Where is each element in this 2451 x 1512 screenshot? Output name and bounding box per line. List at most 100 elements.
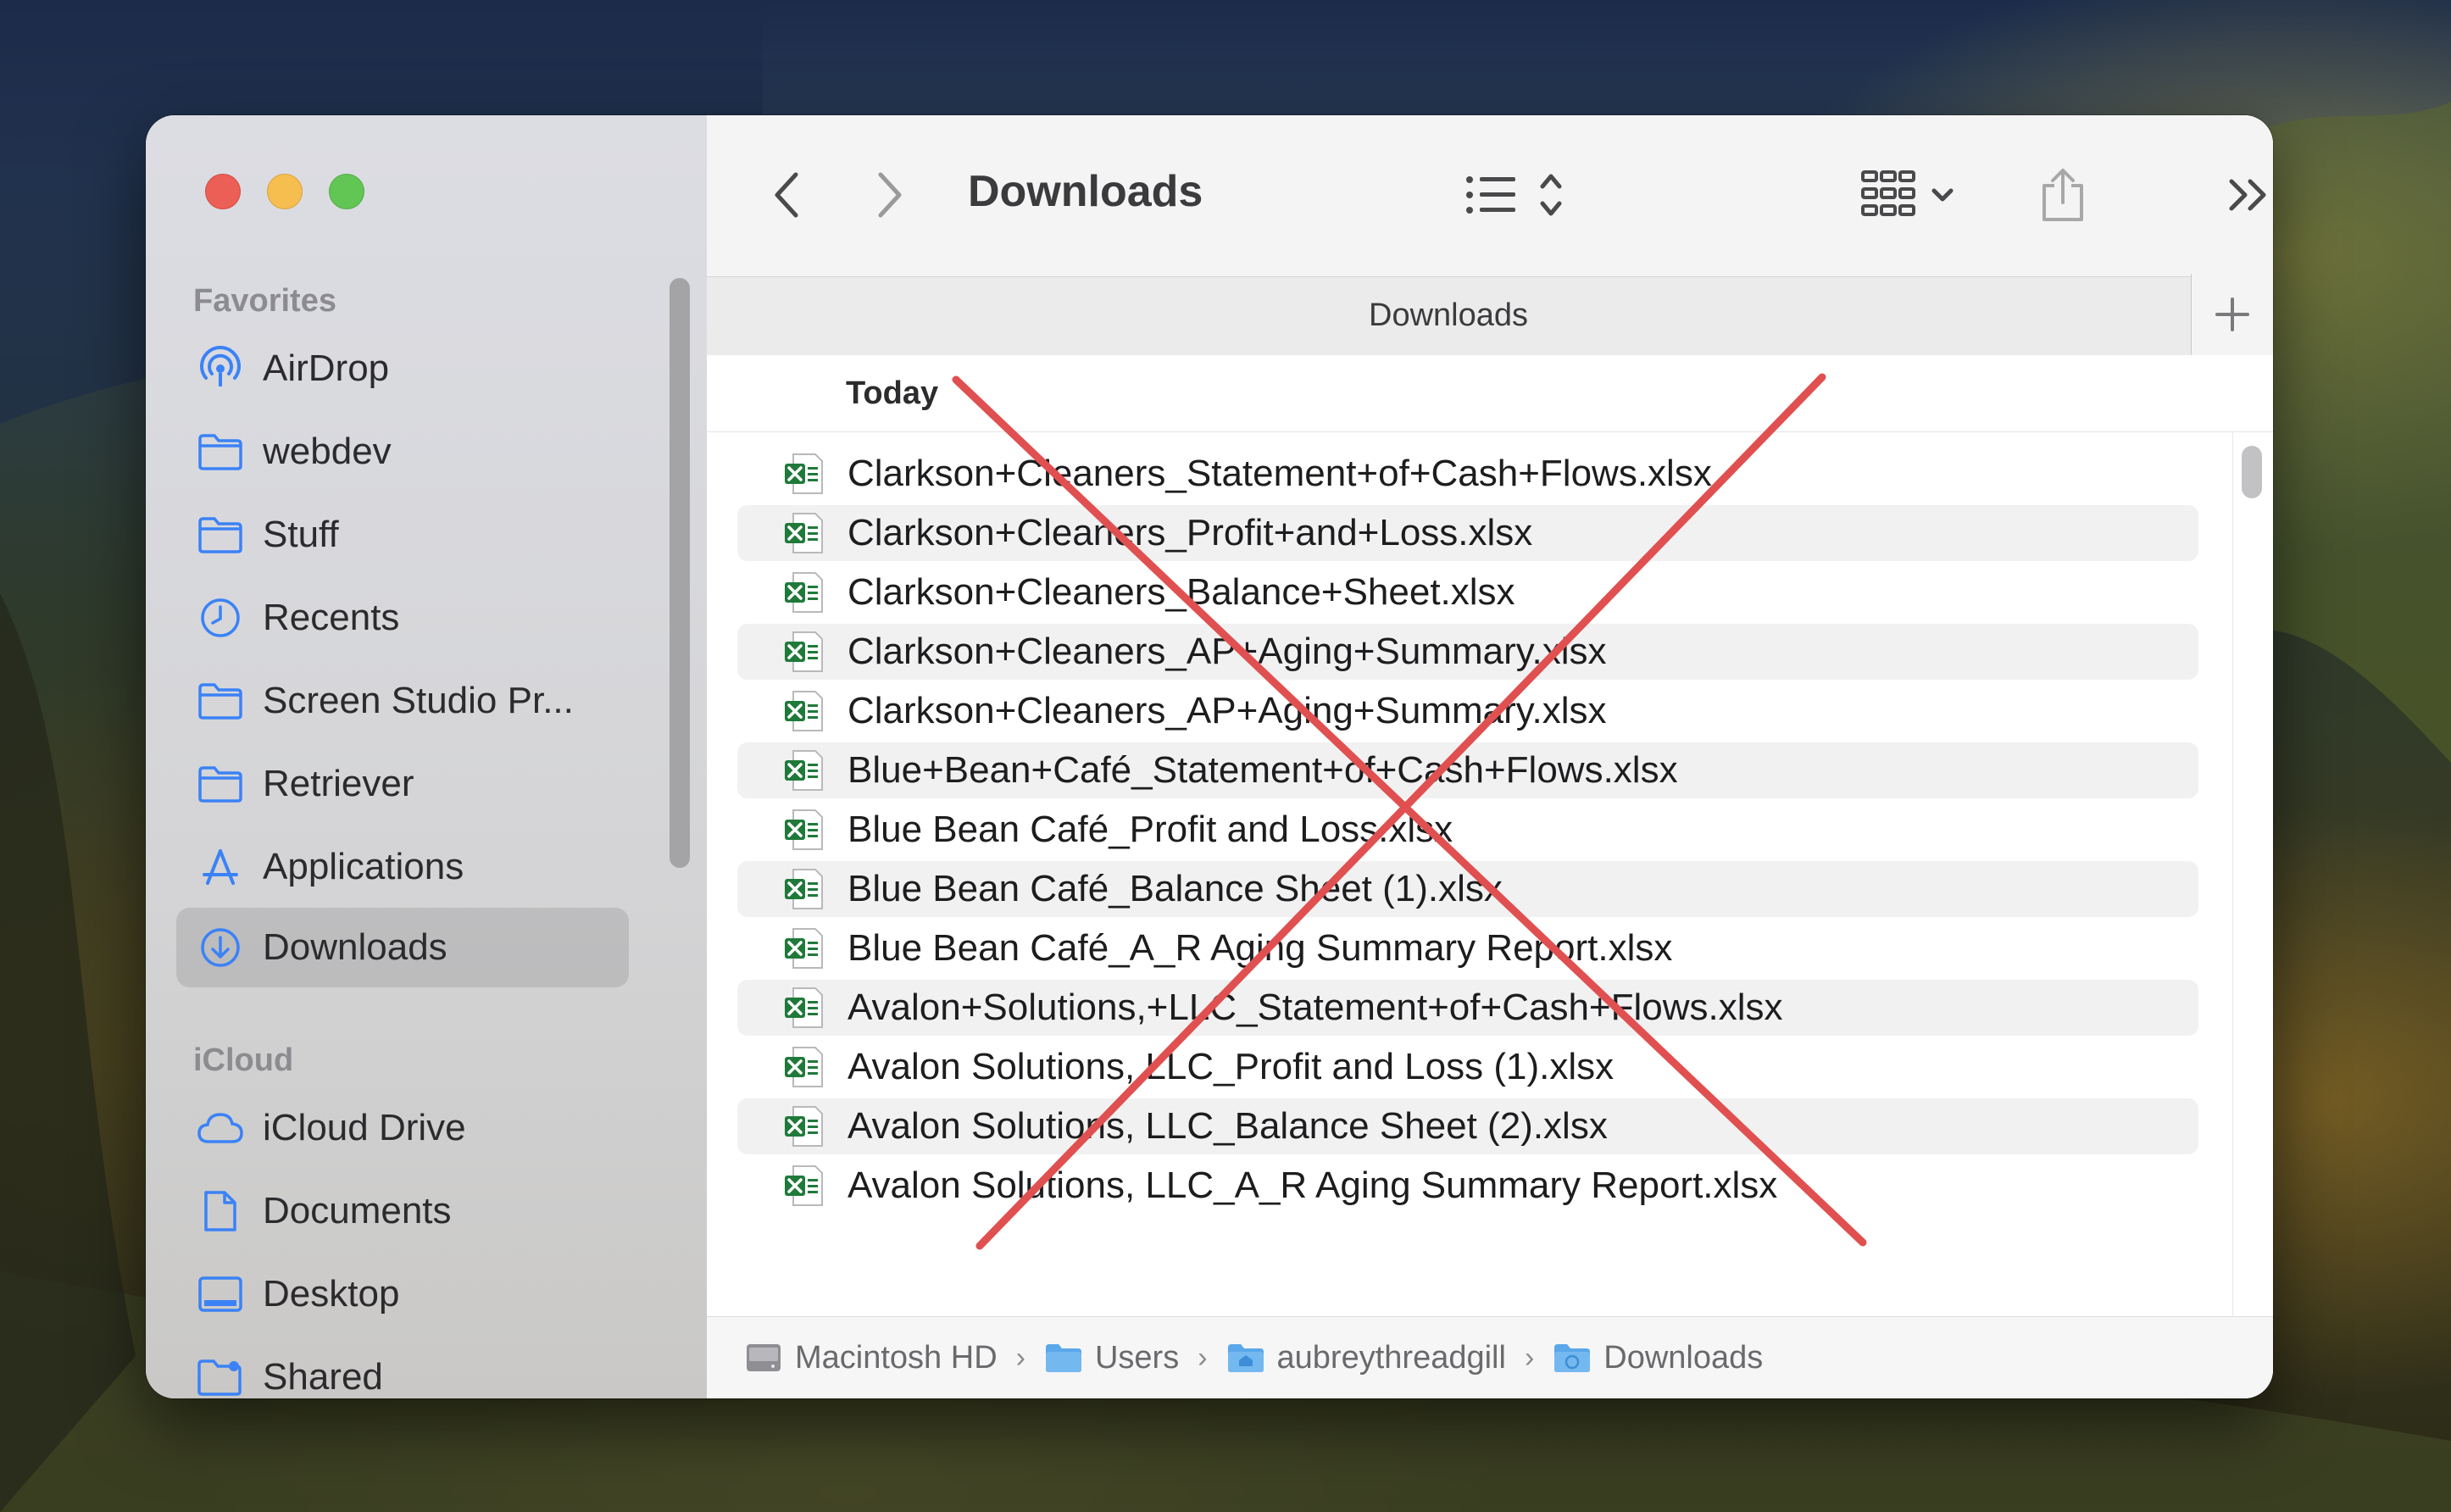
file-row[interactable]: Blue Bean Café_A_R Aging Summary Report.… bbox=[737, 920, 2198, 976]
hard-drive-icon bbox=[747, 1344, 781, 1371]
file-name: Clarkson+Cleaners_Statement+of+Cash+Flow… bbox=[848, 453, 1712, 494]
sidebar-item-downloads[interactable]: Downloads bbox=[176, 908, 629, 987]
sidebar-item-webdev[interactable]: webdev bbox=[176, 412, 629, 492]
sidebar-item-label: iCloud Drive bbox=[263, 1107, 466, 1148]
group-by-button[interactable] bbox=[1859, 163, 1970, 227]
folder-icon bbox=[1045, 1344, 1081, 1372]
window-controls bbox=[205, 174, 364, 209]
favorites-header: Favorites bbox=[193, 283, 336, 319]
path-item-downloads[interactable]: Downloads bbox=[1553, 1340, 1763, 1376]
path-separator: › bbox=[1198, 1341, 1208, 1374]
share-button[interactable] bbox=[2029, 159, 2097, 231]
sidebar-item-label: Screen Studio Pr... bbox=[263, 680, 574, 721]
file-name: Blue Bean Café_Balance Sheet (1).xlsx bbox=[848, 868, 1503, 909]
path-bar: Macintosh HD › Users › aubreythreadgill … bbox=[707, 1316, 2273, 1398]
sidebar-item-label: Retriever bbox=[263, 763, 414, 804]
forward-button[interactable] bbox=[864, 163, 915, 227]
excel-file-icon bbox=[785, 513, 823, 553]
file-row[interactable]: Blue Bean Café_Balance Sheet (1).xlsx bbox=[737, 861, 2198, 917]
more-toolbar-items-button[interactable] bbox=[2215, 163, 2273, 227]
sidebar-item-shared[interactable]: Shared bbox=[176, 1337, 629, 1398]
excel-file-icon bbox=[785, 572, 823, 613]
sidebar-scrollbar[interactable] bbox=[670, 278, 690, 868]
file-name: Avalon Solutions, LLC_A_R Aging Summary … bbox=[848, 1165, 1778, 1206]
excel-file-icon bbox=[785, 631, 823, 672]
file-row[interactable]: Avalon Solutions, LLC_Profit and Loss (1… bbox=[737, 1039, 2198, 1095]
file-row[interactable]: Clarkson+Cleaners_AP+Aging+Summary.xlsx bbox=[737, 624, 2198, 680]
path-item-macintosh-hd[interactable]: Macintosh HD bbox=[744, 1340, 998, 1376]
chevron-left-icon bbox=[775, 172, 798, 218]
path-separator: › bbox=[1015, 1341, 1025, 1374]
path-item-label: Downloads bbox=[1603, 1339, 1764, 1376]
share-icon bbox=[2042, 169, 2083, 221]
download-icon bbox=[197, 924, 244, 971]
file-row[interactable]: Blue+Bean+Café_Statement+of+Cash+Flows.x… bbox=[737, 742, 2198, 798]
sidebar-item-airdrop[interactable]: AirDrop bbox=[176, 329, 629, 409]
path-separator: › bbox=[1524, 1341, 1535, 1374]
file-row[interactable]: Avalon Solutions, LLC_Balance Sheet (2).… bbox=[737, 1098, 2198, 1154]
toolbar: Downloads bbox=[707, 115, 2273, 276]
excel-file-icon bbox=[785, 809, 823, 850]
sidebar-item-desktop[interactable]: Desktop bbox=[176, 1254, 629, 1334]
file-name: Clarkson+Cleaners_Profit+and+Loss.xlsx bbox=[848, 512, 1533, 553]
path-item-label: Macintosh HD bbox=[795, 1339, 998, 1376]
file-row[interactable]: Clarkson+Cleaners_Statement+of+Cash+Flow… bbox=[737, 446, 2198, 502]
view-options-button[interactable] bbox=[1463, 163, 1573, 227]
file-row[interactable]: Clarkson+Cleaners_Profit+and+Loss.xlsx bbox=[737, 505, 2198, 561]
file-row[interactable]: Avalon Solutions, LLC_A_R Aging Summary … bbox=[737, 1158, 2198, 1214]
folder-icon bbox=[197, 428, 244, 475]
folder-icon bbox=[197, 677, 244, 725]
airdrop-icon bbox=[197, 345, 244, 392]
path-item-users[interactable]: Users bbox=[1044, 1340, 1179, 1376]
sidebar-item-label: Shared bbox=[263, 1356, 383, 1398]
zoom-button[interactable] bbox=[329, 174, 364, 209]
file-row[interactable]: Avalon+Solutions,+LLC_Statement+of+Cash+… bbox=[737, 980, 2198, 1036]
file-row[interactable]: Clarkson+Cleaners_Balance+Sheet.xlsx bbox=[737, 564, 2198, 620]
excel-file-icon bbox=[785, 869, 823, 909]
sidebar-item-documents[interactable]: Documents bbox=[176, 1171, 629, 1251]
sidebar-item-recents[interactable]: Recents bbox=[176, 578, 629, 658]
main-pane: Downloads Downloads Today Clarkson+Clean… bbox=[707, 115, 2273, 1398]
sidebar-item-label: Desktop bbox=[263, 1273, 400, 1315]
file-name: Clarkson+Cleaners_Balance+Sheet.xlsx bbox=[848, 571, 1515, 613]
chevron-right-icon bbox=[878, 172, 902, 218]
file-name: Avalon Solutions, LLC_Balance Sheet (2).… bbox=[848, 1105, 1608, 1147]
window-title: Downloads bbox=[968, 167, 1203, 216]
file-name: Blue Bean Café_Profit and Loss.xlsx bbox=[848, 809, 1453, 850]
minimize-button[interactable] bbox=[267, 174, 303, 209]
home-folder-icon bbox=[1227, 1344, 1264, 1372]
sidebar-item-icloud-drive[interactable]: iCloud Drive bbox=[176, 1088, 629, 1168]
sidebar-item-applications[interactable]: Applications bbox=[176, 827, 629, 907]
document-icon bbox=[197, 1187, 244, 1235]
desktop-icon bbox=[197, 1270, 244, 1318]
excel-file-icon bbox=[785, 928, 823, 969]
excel-file-icon bbox=[785, 750, 823, 791]
list-view-icon bbox=[1466, 174, 1562, 216]
file-row[interactable]: Blue Bean Café_Profit and Loss.xlsx bbox=[737, 802, 2198, 858]
icloud-header: iCloud bbox=[193, 1042, 294, 1078]
sidebar-item-label: Applications bbox=[263, 846, 464, 887]
folder-icon bbox=[197, 511, 244, 559]
folder-icon bbox=[197, 760, 244, 808]
file-row[interactable]: Clarkson+Cleaners_AP+Aging+Summary.xlsx bbox=[737, 683, 2198, 739]
back-button[interactable] bbox=[761, 163, 812, 227]
new-tab-button[interactable] bbox=[2191, 274, 2273, 355]
file-list-scrollbar[interactable] bbox=[2242, 446, 2262, 498]
sidebar-item-stuff[interactable]: Stuff bbox=[176, 495, 629, 575]
group-header[interactable]: Today bbox=[707, 355, 2273, 432]
sidebar-item-retriever[interactable]: Retriever bbox=[176, 744, 629, 824]
path-item-home[interactable]: aubreythreadgill bbox=[1226, 1340, 1506, 1376]
tab-downloads[interactable]: Downloads bbox=[707, 297, 2190, 334]
file-name: Avalon Solutions, LLC_Profit and Loss (1… bbox=[848, 1046, 1615, 1087]
sidebar-item-screen-studio[interactable]: Screen Studio Pr... bbox=[176, 661, 629, 741]
scroll-track bbox=[2232, 432, 2233, 1398]
sidebar-item-label: webdev bbox=[263, 431, 392, 472]
double-chevron-right-icon bbox=[2229, 179, 2266, 211]
sidebar: Favorites AirDrop webdev Stuff Recents S… bbox=[146, 115, 707, 1398]
close-button[interactable] bbox=[205, 174, 241, 209]
grid-view-icon bbox=[1861, 170, 1954, 216]
sidebar-item-label: Downloads bbox=[263, 926, 447, 968]
excel-file-icon bbox=[785, 987, 823, 1028]
shared-folder-icon bbox=[197, 1354, 244, 1398]
sidebar-item-label: AirDrop bbox=[263, 347, 390, 389]
